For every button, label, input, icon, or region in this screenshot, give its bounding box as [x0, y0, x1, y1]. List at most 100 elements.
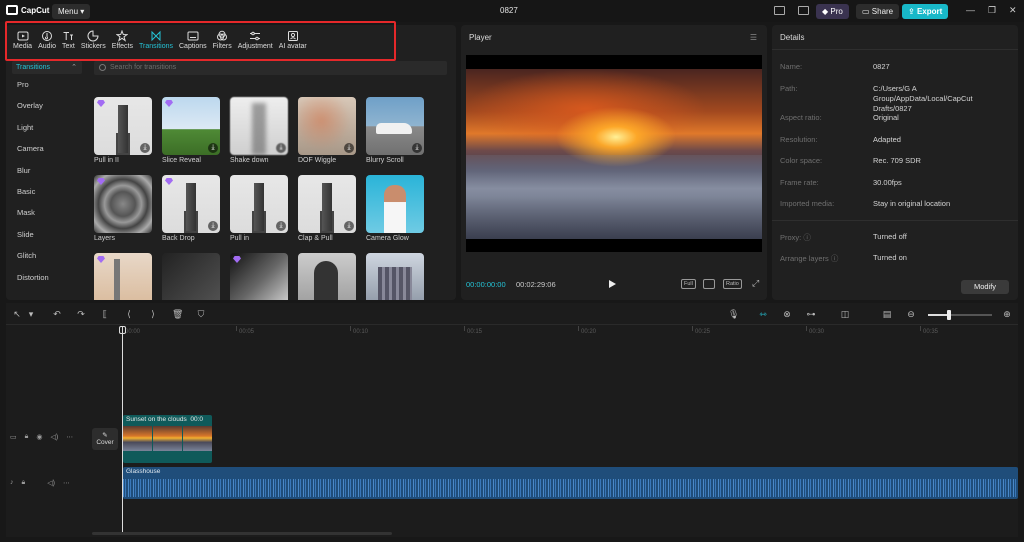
transition-tile[interactable]: ⤓ Shake down [230, 97, 288, 164]
pro-button[interactable]: ◆ Pro [816, 4, 849, 19]
download-icon[interactable]: ⤓ [208, 221, 218, 231]
category-header[interactable]: Transitions ⌃ [12, 61, 82, 74]
transition-tile[interactable]: ⤓ DOF Wiggle [298, 97, 356, 164]
transition-tile[interactable]: ⤓ Back Drop [162, 175, 220, 242]
close-icon[interactable]: ✕ [1009, 5, 1017, 16]
category-item-mask[interactable]: Mask [6, 202, 86, 223]
search-icon [99, 64, 106, 71]
menu-button[interactable]: Menu ▾ [52, 4, 91, 19]
download-icon[interactable]: ⤓ [276, 221, 286, 231]
time-ruler[interactable]: 00:00 00:05 00:10 00:15 00:20 00:25 00:30 00:35 [122, 326, 1018, 338]
download-icon[interactable]: ⤓ [412, 143, 422, 153]
playhead[interactable] [122, 327, 123, 533]
audio-clip-title: Glasshouse [126, 468, 161, 475]
video-clip[interactable]: Sunset on the clouds 00:0 [123, 415, 212, 463]
microphone-icon[interactable]: 🎙 [728, 309, 739, 319]
download-icon[interactable]: ⤓ [208, 143, 218, 153]
video-preview[interactable] [466, 55, 762, 252]
layout-icon[interactable] [774, 6, 785, 15]
transition-tile[interactable]: ⤓ Pull in II [94, 97, 152, 164]
more-icon[interactable]: ⋯ [66, 433, 73, 441]
share-button[interactable]: ▭ Share [856, 4, 900, 19]
volume-icon[interactable]: ◁) [47, 479, 55, 487]
minimize-icon[interactable]: — [966, 5, 975, 15]
transition-tile[interactable]: ⤓ Slice Reveal [162, 97, 220, 164]
auto-snap-icon[interactable]: ⊗ [782, 309, 792, 319]
split-left-icon[interactable]: ⟨ [124, 309, 134, 319]
screen-icon[interactable] [798, 6, 809, 15]
audio-clip[interactable]: Glasshouse [123, 467, 1018, 499]
ratio-button[interactable]: Ratio [723, 279, 742, 289]
volume-icon[interactable]: ◁) [50, 433, 58, 441]
chevron-up-icon: ⌃ [71, 64, 77, 71]
transition-thumbnail [94, 175, 152, 233]
download-icon[interactable]: ⤓ [344, 221, 354, 231]
cover-button[interactable]: ✎ Cover [92, 428, 118, 450]
zoom-slider-handle[interactable] [947, 310, 951, 320]
download-icon[interactable]: ⤓ [276, 143, 286, 153]
download-icon[interactable]: ⤓ [140, 143, 150, 153]
marker-icon[interactable]: ⛉ [196, 309, 206, 319]
restore-icon[interactable]: ❐ [988, 5, 996, 16]
category-item-light[interactable]: Light [6, 117, 86, 138]
transition-thumbnail: ⤓ [162, 97, 220, 155]
link-icon[interactable]: ⊶ [806, 309, 816, 319]
transition-tile[interactable]: ⤓ Clap & Pull [298, 175, 356, 242]
search-placeholder: Search for transitions [110, 64, 177, 71]
crop-icon[interactable] [703, 279, 715, 289]
info-icon[interactable]: ⓘ [803, 233, 811, 242]
category-item-overlay[interactable]: Overlay [6, 95, 86, 116]
search-input[interactable]: Search for transitions [94, 61, 447, 75]
lock-icon[interactable]: 🔒︎ [25, 433, 29, 441]
category-item-pro[interactable]: Pro [6, 74, 86, 95]
preview-axis-icon[interactable]: ◫ [840, 309, 850, 319]
more-icon[interactable]: ⋯ [63, 479, 70, 487]
category-item-blur[interactable]: Blur [6, 160, 86, 181]
split-icon[interactable]: ⟦ [100, 309, 110, 319]
transition-tile[interactable]: Layers [94, 175, 152, 242]
modify-button[interactable]: Modify [961, 280, 1009, 294]
zoom-out-icon[interactable]: ⊖ [906, 309, 916, 319]
eye-icon[interactable]: ◉ [36, 433, 42, 441]
transition-label: Layers [94, 235, 116, 242]
export-button[interactable]: ⇪ Export [902, 4, 949, 19]
transition-tile[interactable] [162, 253, 220, 300]
horizontal-scrollbar[interactable] [92, 532, 392, 535]
timeline-panel: ↖ ▾ ↶ ↷ ⟦ ⟨ ⟩ 🗑 ⛉ 🎙 ⇿ ⊗ ⊶ ◫ ▤ ⊖ ⊕ 00:00 0… [6, 303, 1018, 537]
details-value: Turned off [873, 232, 907, 241]
caption-icon[interactable]: ▤ [882, 309, 892, 319]
full-button[interactable]: Full [681, 279, 696, 289]
transition-tile[interactable] [298, 253, 356, 300]
category-item-basic[interactable]: Basic [6, 181, 86, 202]
main-track-magnet-icon[interactable]: ⇿ [758, 309, 768, 319]
category-item-slide[interactable]: Slide [6, 224, 86, 245]
info-icon[interactable]: ⓘ [831, 254, 839, 263]
select-cursor-icon[interactable]: ↖ [12, 309, 22, 319]
split-right-icon[interactable]: ⟩ [148, 309, 158, 319]
toolbar-highlight-box [5, 21, 396, 61]
redo-icon[interactable]: ↷ [76, 309, 86, 319]
menu-icon[interactable]: ☰ [750, 33, 757, 42]
transition-tile[interactable] [230, 253, 288, 300]
chevron-down-icon[interactable]: ▾ [26, 309, 36, 319]
project-title: 0827 [500, 6, 518, 15]
category-item-distortion[interactable]: Distortion [6, 267, 86, 288]
transition-tile[interactable] [94, 253, 152, 300]
lock-icon[interactable]: 🔒︎ [22, 479, 26, 487]
category-item-camera[interactable]: Camera [6, 138, 86, 159]
delete-icon[interactable]: 🗑 [172, 309, 183, 319]
transition-tile[interactable] [366, 253, 424, 300]
transition-tile[interactable]: ⤓ Blurry Scroll [366, 97, 424, 164]
details-value: 30.00fps [873, 178, 902, 187]
ruler-tick [578, 326, 579, 331]
zoom-in-icon[interactable]: ⊕ [1002, 309, 1012, 319]
play-icon[interactable] [609, 280, 616, 288]
app-logo: CapCut [6, 5, 49, 15]
fullscreen-icon[interactable]: ⤢ [750, 279, 761, 289]
undo-icon[interactable]: ↶ [52, 309, 62, 319]
download-icon[interactable]: ⤓ [344, 143, 354, 153]
category-item-glitch[interactable]: Glitch [6, 245, 86, 266]
transition-tile[interactable]: Camera Glow [366, 175, 424, 242]
transition-tile[interactable]: ⤓ Pull in [230, 175, 288, 242]
details-value: C:/Users/G A Group/AppData/Local/CapCut … [873, 84, 973, 113]
